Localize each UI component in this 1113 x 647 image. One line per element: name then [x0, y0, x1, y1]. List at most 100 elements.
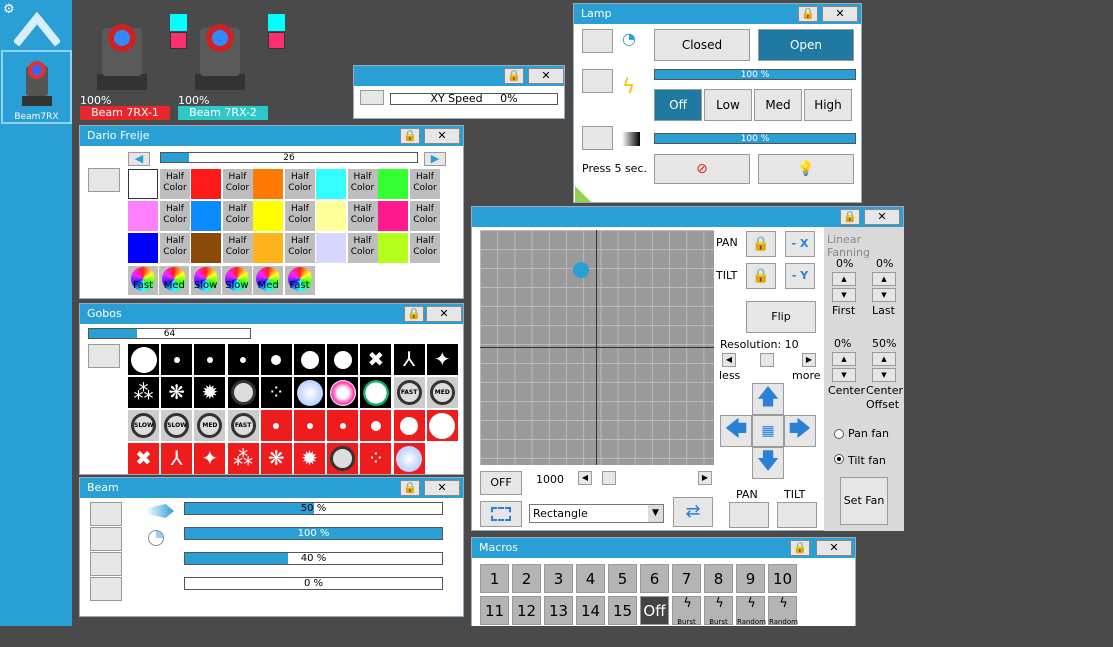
half-color-button[interactable]: Half Color: [347, 169, 378, 199]
up-arrow-icon[interactable]: 🡅: [752, 383, 784, 415]
color-select-button[interactable]: [88, 168, 120, 192]
macro-button[interactable]: ϟ Burst: [672, 596, 701, 626]
gobo-button[interactable]: ✹: [294, 443, 325, 474]
lock-icon[interactable]: 🔒: [798, 6, 818, 22]
gobo-button[interactable]: ❋: [260, 443, 292, 474]
macro-button[interactable]: ϟ Burst: [704, 596, 733, 626]
beam-bar-1[interactable]: 50 %: [184, 502, 443, 515]
macro-button[interactable]: 6: [640, 564, 669, 593]
color-swatch[interactable]: [378, 169, 408, 199]
beam-button-3[interactable]: [90, 552, 122, 576]
fixture-card[interactable]: 100% Beam 7RX-1: [80, 12, 187, 120]
lock-icon[interactable]: 🔒: [790, 540, 810, 556]
lamp-off-button[interactable]: ⊘: [654, 154, 750, 184]
color-swatch[interactable]: [253, 201, 283, 231]
gobo-button[interactable]: FAST: [393, 377, 425, 408]
gobo-button[interactable]: ✦: [426, 344, 458, 375]
color-swatch[interactable]: [315, 201, 346, 231]
beam-bar-4[interactable]: 0 %: [184, 577, 443, 590]
gobo-button[interactable]: ⁘: [260, 377, 292, 408]
gobo-button[interactable]: SLOW: [128, 410, 159, 441]
last-down-icon[interactable]: ▼: [872, 288, 896, 302]
center-offset-down-icon[interactable]: ▼: [872, 368, 896, 382]
speed-thumb[interactable]: [602, 471, 616, 485]
center-down-icon[interactable]: ▼: [832, 368, 856, 382]
lock-icon[interactable]: 🔒: [400, 480, 420, 496]
gobo-button[interactable]: [227, 377, 259, 408]
lamp-on-button[interactable]: 💡: [758, 154, 854, 184]
close-button[interactable]: ✕: [822, 6, 858, 22]
first-down-icon[interactable]: ▼: [832, 288, 856, 302]
gobo-button[interactable]: ✦: [194, 443, 226, 474]
color-wheel-button[interactable]: Slow: [221, 266, 252, 295]
color-swatch[interactable]: [378, 201, 408, 231]
xy-speed-slider[interactable]: XY Speed 0%: [390, 93, 558, 105]
xy-speed-button[interactable]: [360, 90, 384, 105]
gobo-button[interactable]: ⅄: [393, 344, 425, 375]
shape-select[interactable]: Rectangle ▼: [529, 504, 664, 523]
gobo-button[interactable]: FAST: [227, 410, 259, 441]
color-swatch[interactable]: [378, 233, 408, 263]
close-button[interactable]: ✕: [424, 480, 460, 496]
lock-icon[interactable]: 🔒: [840, 209, 860, 225]
down-arrow-icon[interactable]: 🡇: [752, 447, 784, 479]
level-med-button[interactable]: Med: [754, 89, 802, 121]
less-arrow-icon[interactable]: ◀: [722, 353, 736, 367]
chevron-up-icon[interactable]: [14, 12, 60, 46]
tilt-shape-button[interactable]: [777, 502, 817, 528]
half-color-button[interactable]: Half Color: [285, 169, 315, 199]
gobo-button[interactable]: ⁂: [128, 377, 159, 408]
level-off-button[interactable]: Off: [654, 89, 702, 121]
color-swatch[interactable]: [253, 233, 283, 263]
macro-button[interactable]: 5: [608, 564, 637, 593]
gobo-button[interactable]: [294, 377, 325, 408]
fixture-selected[interactable]: Beam7RX: [1, 50, 72, 124]
dimmer-bar[interactable]: 100 %: [654, 133, 856, 144]
pan-fan-radio[interactable]: [834, 429, 844, 439]
close-button[interactable]: ✕: [426, 306, 462, 322]
fixture-card[interactable]: 100% Beam 7RX-2: [178, 12, 285, 120]
first-up-icon[interactable]: ▲: [832, 272, 856, 286]
color-swatch[interactable]: [128, 201, 158, 231]
invert-y-button[interactable]: - Y: [785, 263, 815, 289]
macro-button[interactable]: Off: [640, 596, 669, 625]
gobo-button[interactable]: ⁂: [227, 443, 259, 474]
macro-button[interactable]: 11: [480, 596, 509, 625]
gobo-button[interactable]: MED: [426, 377, 458, 408]
close-button[interactable]: ✕: [864, 209, 900, 225]
resolution-thumb[interactable]: [760, 353, 774, 367]
color-swatch[interactable]: [190, 201, 221, 231]
gobo-button[interactable]: [260, 410, 292, 441]
gobo-button[interactable]: [360, 377, 392, 408]
gobo-button[interactable]: [327, 377, 359, 408]
center-offset-up-icon[interactable]: ▲: [872, 352, 896, 366]
macro-button[interactable]: 1: [480, 564, 509, 593]
half-color-button[interactable]: Half Color: [410, 201, 440, 231]
macro-button[interactable]: 4: [576, 564, 605, 593]
gobo-button[interactable]: [327, 443, 359, 474]
macro-button[interactable]: ϟ Random: [768, 596, 798, 626]
color-swatch[interactable]: [128, 233, 158, 263]
half-color-button[interactable]: Half Color: [160, 201, 190, 231]
shape-preview-button[interactable]: [480, 501, 522, 527]
macro-button[interactable]: 13: [544, 596, 573, 625]
gobo-button[interactable]: [194, 344, 226, 375]
color-wheel-button[interactable]: Med: [253, 266, 284, 295]
close-button[interactable]: ✕: [816, 540, 852, 556]
half-color-button[interactable]: Half Color: [160, 233, 190, 263]
gobo-button[interactable]: ✹: [194, 377, 226, 408]
macro-button[interactable]: 12: [512, 596, 541, 625]
half-color-button[interactable]: Half Color: [347, 201, 378, 231]
close-button[interactable]: ✕: [528, 68, 564, 84]
gobo-button[interactable]: [294, 410, 325, 441]
beam-button-2[interactable]: [90, 527, 122, 551]
center-up-icon[interactable]: ▲: [832, 352, 856, 366]
gobo-button[interactable]: ❋: [161, 377, 193, 408]
gobo-button[interactable]: [161, 344, 193, 375]
xy-cursor[interactable]: [572, 261, 589, 278]
macro-button[interactable]: ϟ Random: [736, 596, 766, 626]
shutter-button[interactable]: [582, 29, 613, 53]
half-color-button[interactable]: Half Color: [347, 233, 378, 263]
half-color-button[interactable]: Half Color: [160, 169, 190, 199]
speed-right-arrow-icon[interactable]: ▶: [698, 471, 712, 485]
